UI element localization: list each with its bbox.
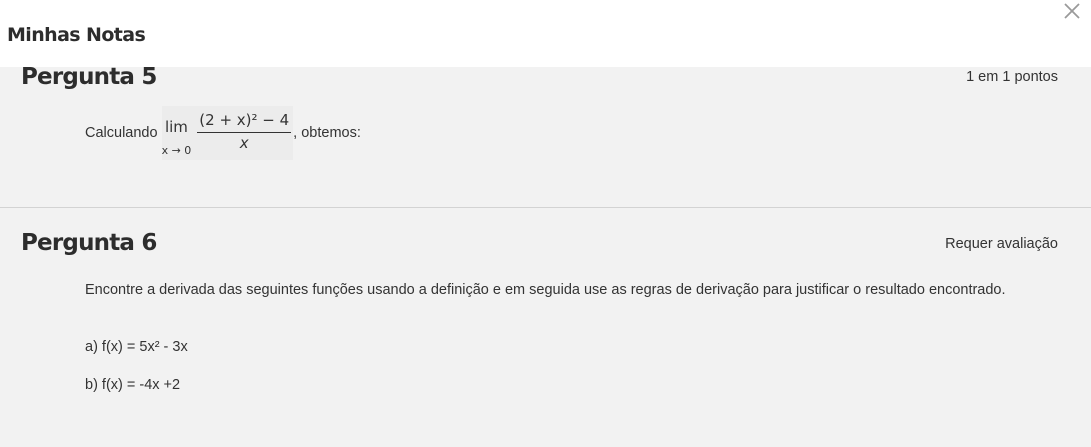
question-status: Requer avaliação — [945, 236, 1058, 252]
fraction-denominator: x — [239, 133, 249, 152]
fraction-numerator: (2 + x)² − 4 — [199, 110, 290, 129]
fraction: (2 + x)² − 4 x — [197, 110, 292, 153]
close-button[interactable] — [1058, 0, 1086, 22]
question-text: Calculando lim x → 0 (2 + x)² − 4 x , ob… — [85, 106, 361, 160]
question-score: 1 em 1 pontos — [966, 69, 1058, 85]
question-prefix: Calculando — [85, 125, 158, 141]
questions-scroll-area[interactable]: Pergunta 5 1 em 1 pontos Calculando lim … — [0, 67, 1091, 447]
limit-operator: lim x → 0 — [162, 118, 192, 158]
question-6: Pergunta 6 Requer avaliação Encontre a d… — [0, 207, 1091, 447]
question-title: Pergunta 5 — [21, 67, 157, 90]
question-item-b: b) f(x) = -4x +2 — [85, 377, 181, 393]
dialog-title: Minhas Notas — [7, 24, 146, 46]
dialog-header: Minhas Notas — [0, 0, 1091, 67]
question-suffix: , obtemos: — [293, 125, 361, 141]
question-title: Pergunta 6 — [21, 230, 157, 256]
question-item-a: a) f(x) = 5x² - 3x — [85, 339, 188, 355]
lim-subscript: x → 0 — [161, 144, 192, 157]
question-5: Pergunta 5 1 em 1 pontos Calculando lim … — [0, 67, 1091, 207]
lim-label: lim — [164, 118, 188, 136]
math-expression: lim x → 0 (2 + x)² − 4 x — [161, 106, 294, 160]
question-text: Encontre a derivada das seguintes funçõe… — [85, 282, 1006, 298]
close-icon — [1064, 3, 1080, 19]
